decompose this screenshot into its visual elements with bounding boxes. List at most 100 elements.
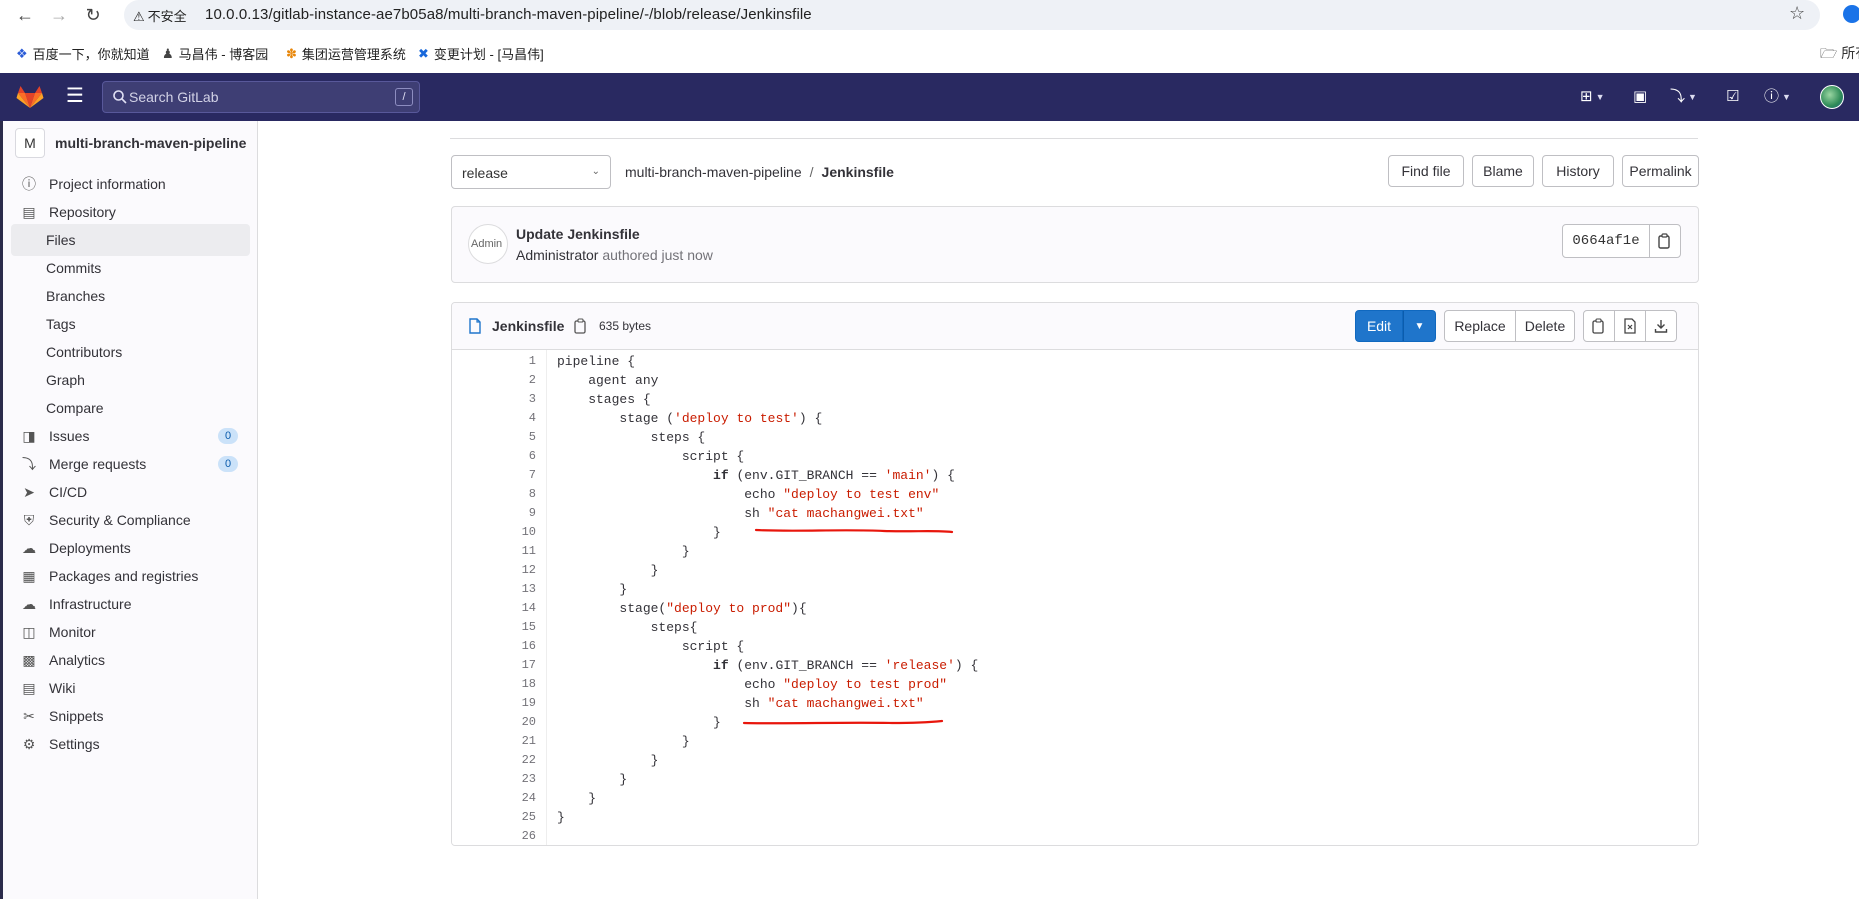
menu-hamburger-icon[interactable]: ☰	[66, 86, 86, 107]
replace-button[interactable]: Replace	[1444, 310, 1516, 342]
commit-author[interactable]: Administrator	[516, 247, 598, 263]
copy-sha-button[interactable]	[1649, 224, 1681, 258]
line-number[interactable]: 1	[529, 352, 536, 371]
annotation-underline	[754, 528, 954, 534]
sidebar-item-label: Analytics	[49, 652, 106, 668]
sidebar-item-label: Wiki	[49, 680, 76, 696]
line-number[interactable]: 26	[522, 827, 536, 845]
bookmark-label: 集团运营管理系统	[301, 47, 406, 62]
line-number[interactable]: 22	[522, 751, 536, 770]
code-line: script {	[557, 449, 745, 464]
deployments-icon: ☁	[22, 540, 36, 556]
help-dropdown[interactable]: ⓘ ▼	[1764, 85, 1791, 109]
package-icon: ▦	[22, 568, 36, 584]
line-number[interactable]: 7	[529, 466, 536, 485]
commit-author-avatar[interactable]: Admin	[468, 224, 508, 264]
find-file-button[interactable]: Find file	[1388, 155, 1464, 187]
history-button[interactable]: History	[1542, 155, 1614, 187]
raw-file-icon	[1624, 318, 1636, 334]
line-number[interactable]: 19	[522, 694, 536, 713]
sidebar-item-label: Compare	[46, 400, 104, 416]
bookmark-star-icon[interactable]: ☆	[1789, 3, 1805, 24]
line-number[interactable]: 6	[529, 447, 536, 466]
todo-checkbox-icon[interactable]: ☑	[1726, 85, 1739, 109]
sidebar-item-settings[interactable]: ⚙ Settings	[11, 728, 250, 760]
chevron-down-icon: ▼	[1782, 92, 1791, 102]
code-line: }	[557, 810, 565, 825]
search-shortcut-hint: /	[395, 88, 413, 106]
create-new-dropdown[interactable]: ⊞ ▼	[1580, 85, 1605, 109]
line-number[interactable]: 11	[522, 542, 536, 561]
line-number[interactable]: 25	[522, 808, 536, 827]
line-number[interactable]: 4	[529, 409, 536, 428]
security-indicator[interactable]: ⚠ 不安全	[133, 6, 187, 25]
download-icon	[1654, 320, 1668, 333]
code-line: sh "cat machangwei.txt"	[557, 696, 924, 711]
line-number[interactable]: 15	[522, 618, 536, 637]
bookmark-item[interactable]: ♟ 马昌伟 - 博客园	[162, 44, 268, 63]
line-number[interactable]: 5	[529, 428, 536, 447]
line-number[interactable]: 20	[522, 713, 536, 732]
forward-arrow-icon[interactable]: →	[48, 4, 70, 26]
breadcrumb-project-link[interactable]: multi-branch-maven-pipeline	[625, 164, 802, 180]
bookmark-item[interactable]: ✽ 集团运营管理系统	[286, 44, 406, 63]
merge-requests-dropdown[interactable]: ⤵ ▼	[1670, 85, 1697, 109]
code-line: }	[557, 734, 690, 749]
line-number[interactable]: 8	[529, 485, 536, 504]
line-number[interactable]: 10	[522, 523, 536, 542]
line-number[interactable]: 12	[522, 561, 536, 580]
search-input[interactable]	[129, 82, 389, 112]
user-avatar[interactable]	[1820, 85, 1844, 109]
commit-title[interactable]: Update Jenkinsfile	[516, 226, 640, 242]
copy-path-icon[interactable]	[574, 318, 588, 334]
url-text[interactable]: 10.0.0.13/gitlab-instance-ae7b05a8/multi…	[205, 6, 812, 23]
copy-icon	[1658, 233, 1670, 249]
code-line: }	[557, 582, 628, 597]
line-number[interactable]: 3	[529, 390, 536, 409]
gitlab-logo-icon[interactable]	[16, 85, 44, 109]
line-number[interactable]: 21	[522, 732, 536, 751]
copy-contents-button[interactable]	[1583, 310, 1615, 342]
issues-shortcut-icon[interactable]: ▣	[1633, 85, 1647, 109]
line-number[interactable]: 13	[522, 580, 536, 599]
edit-options-dropdown[interactable]: ▼	[1403, 310, 1436, 342]
edit-button[interactable]: Edit	[1355, 310, 1403, 342]
line-number[interactable]: 16	[522, 637, 536, 656]
bookmark-item[interactable]: ✖ 变更计划 - [马昌伟]	[418, 44, 544, 63]
doc-icon: ▤	[22, 204, 36, 220]
search-box[interactable]: /	[102, 81, 420, 113]
file-header: Jenkinsfile 635 bytes Edit ▼ Replace Del…	[452, 303, 1698, 350]
sidebar-item-label: Graph	[46, 372, 85, 388]
code-line: sh "cat machangwei.txt"	[557, 506, 924, 521]
rocket-icon: ➤	[23, 484, 35, 500]
line-number[interactable]: 17	[522, 656, 536, 675]
code-line: }	[557, 563, 659, 578]
chevron-down-icon: ▼	[1595, 92, 1605, 102]
permalink-button[interactable]: Permalink	[1622, 155, 1699, 187]
sidebar-item-label: Snippets	[49, 708, 104, 724]
reload-icon[interactable]: ↻	[82, 4, 104, 26]
file-icon	[469, 318, 481, 334]
commit-sha[interactable]: 0664af1e	[1562, 224, 1650, 258]
sidebar-item-label: Deployments	[49, 540, 131, 556]
code-line: stages {	[557, 392, 651, 407]
line-number[interactable]: 23	[522, 770, 536, 789]
line-number[interactable]: 14	[522, 599, 536, 618]
line-number[interactable]: 9	[529, 504, 536, 523]
back-arrow-icon[interactable]: ←	[14, 4, 36, 26]
download-button[interactable]	[1645, 310, 1677, 342]
branch-selector[interactable]: release ⌄	[451, 155, 611, 189]
sidebar-project-header[interactable]: M multi-branch-maven-pipeline	[15, 127, 246, 159]
code-view: 1 2 3 4 5 6 7 8 9 10 11 12 13 14 15 16 17 18 19 20 21 22 23 24 2…	[452, 350, 1698, 845]
line-number[interactable]: 24	[522, 789, 536, 808]
browser-profile-icon[interactable]	[1843, 5, 1859, 23]
line-number[interactable]: 2	[529, 371, 536, 390]
scissors-icon: ✂	[23, 708, 35, 724]
open-raw-button[interactable]	[1614, 310, 1646, 342]
delete-button[interactable]: Delete	[1515, 310, 1575, 342]
all-bookmarks-folder[interactable]: 🗁 所有	[1820, 43, 1859, 67]
line-number[interactable]: 18	[522, 675, 536, 694]
code-line: echo "deploy to test prod"	[557, 677, 948, 692]
blame-button[interactable]: Blame	[1472, 155, 1534, 187]
bookmark-item[interactable]: ❖ 百度一下，你就知道	[16, 44, 150, 63]
